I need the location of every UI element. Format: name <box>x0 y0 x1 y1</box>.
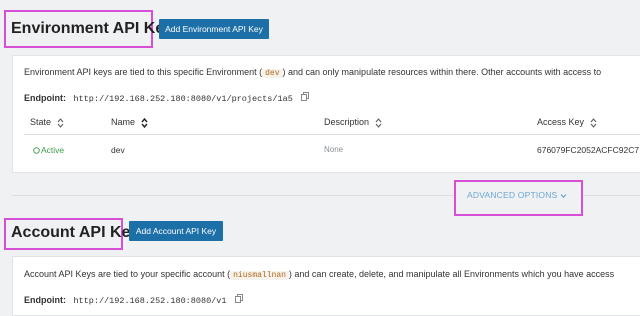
env-endpoint-label: Endpoint: <box>24 93 66 103</box>
col-access-key[interactable]: Access Key <box>537 117 597 128</box>
account-endpoint-url[interactable]: http://192.168.252.180:8080/v1 <box>73 296 226 306</box>
advanced-options-label: ADVANCED OPTIONS <box>467 190 558 200</box>
circle-status-icon <box>33 147 40 154</box>
account-description-text-2: ) and can create, delete, and manipulate… <box>288 269 615 279</box>
add-environment-api-key-button[interactable]: Add Environment API Key <box>159 19 269 39</box>
table-header-divider <box>24 134 640 135</box>
advanced-options-toggle[interactable]: ADVANCED OPTIONS <box>467 190 567 200</box>
account-endpoint-label: Endpoint: <box>24 295 66 305</box>
table-row-name[interactable]: dev <box>111 145 125 155</box>
chevron-down-icon <box>560 193 567 198</box>
col-description-label: Description <box>324 117 370 127</box>
env-description-text-2: ) and can only manipulate resources with… <box>282 67 602 77</box>
table-row-description: None <box>324 145 344 154</box>
env-section-title: Environment API Keys <box>11 20 183 37</box>
state-label: Active <box>41 145 65 155</box>
sort-icon <box>375 117 381 128</box>
copy-icon[interactable] <box>301 92 310 102</box>
sort-desc-icon <box>140 117 148 128</box>
add-account-api-key-button[interactable]: Add Account API Key <box>129 221 223 241</box>
account-endpoint: Endpoint: http://192.168.252.180:8080/v1 <box>24 290 243 308</box>
col-description[interactable]: Description <box>324 117 382 128</box>
env-description: Environment API keys are tied to this sp… <box>24 67 601 78</box>
advanced-divider-right <box>583 195 640 196</box>
env-endpoint: Endpoint: http://192.168.252.180:8080/v1… <box>24 88 310 106</box>
env-description-text: Environment API keys are tied to this sp… <box>24 67 263 77</box>
sort-icon <box>57 117 63 128</box>
account-section-title: Account API Keys <box>11 224 149 241</box>
col-name-label: Name <box>111 117 136 127</box>
col-access-key-label: Access Key <box>537 117 585 127</box>
col-state-label: State <box>30 117 52 127</box>
table-row-state: Active <box>33 145 64 155</box>
sort-icon <box>590 117 596 128</box>
account-description: Account API Keys are tied to your specif… <box>24 269 614 280</box>
env-name-code: dev <box>262 69 283 78</box>
col-name[interactable]: Name <box>111 117 148 128</box>
account-description-text: Account API Keys are tied to your specif… <box>24 269 231 279</box>
table-row-access-key: 676079FC2052ACFC92C7 <box>537 145 640 155</box>
copy-icon[interactable] <box>234 294 243 304</box>
advanced-divider-left <box>12 195 455 196</box>
env-endpoint-url[interactable]: http://192.168.252.180:8080/v1/projects/… <box>73 94 292 104</box>
account-name-code: niusmallnan <box>230 271 289 280</box>
col-state[interactable]: State <box>30 117 64 128</box>
